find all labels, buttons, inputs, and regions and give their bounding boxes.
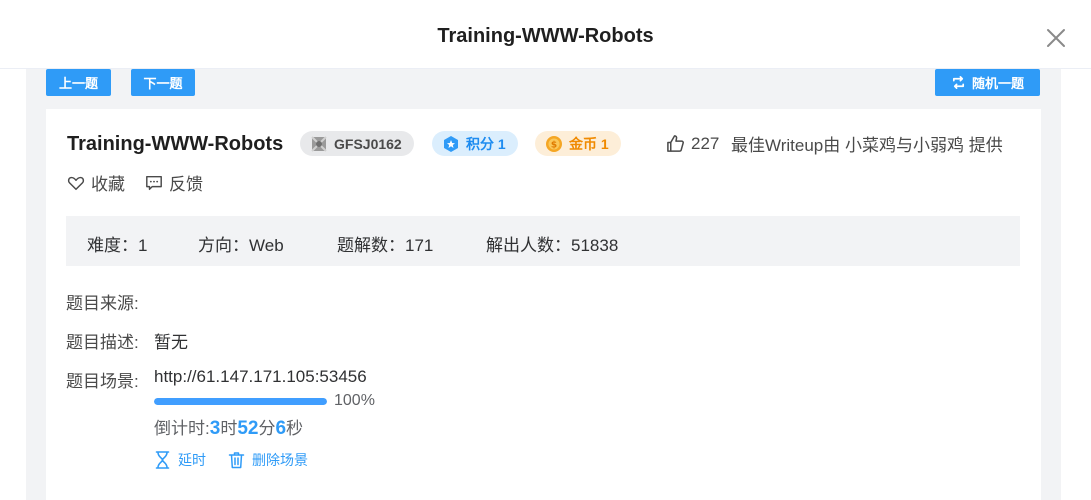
scene-label: 题目场景: <box>66 372 139 391</box>
solutions-stat: 题解数：171 <box>337 236 434 255</box>
difficulty-stat: 难度：1 <box>87 236 148 255</box>
scene-url[interactable]: http://61.147.171.105:53456 <box>154 367 367 387</box>
hourglass-icon <box>155 451 170 469</box>
description-label: 题目描述: <box>66 333 139 352</box>
challenge-stats: 难度：1 方向：Web 题解数：171 解出人数：51838 <box>66 216 1020 266</box>
challenge-title: Training-WWW-Robots <box>67 133 284 155</box>
countdown-seconds-unit: 秒 <box>286 419 304 438</box>
close-icon <box>1047 29 1065 47</box>
challenge-panel: 上一题 下一题 随机一题 Training-WWW-Robots GFSJ016… <box>26 69 1061 500</box>
heart-icon <box>67 176 85 190</box>
dialog-header: Training-WWW-Robots <box>0 0 1091 69</box>
feedback-label: 反馈 <box>169 175 203 194</box>
countdown-hours: 3 <box>209 418 221 439</box>
like-count: 227 <box>691 133 720 153</box>
countdown-prefix: 倒计时: <box>154 419 210 438</box>
scene-actions: 延时 删除场景 <box>154 450 308 470</box>
challenge-id-icon <box>311 135 327 152</box>
direction-stat: 方向：Web <box>198 236 284 255</box>
random-question-button[interactable]: 随机一题 <box>935 69 1040 96</box>
delete-scene-button[interactable]: 删除场景 <box>228 450 308 470</box>
next-question-button[interactable]: 下一题 <box>131 69 195 96</box>
coin-tag: $ 金币 1 <box>535 131 621 156</box>
countdown-minutes: 52 <box>237 418 259 439</box>
challenge-actions: 收藏 反馈 <box>67 170 203 195</box>
like-button[interactable]: 227 <box>666 131 719 156</box>
delete-scene-label: 删除场景 <box>252 452 308 468</box>
source-label: 题目来源: <box>66 294 139 313</box>
extend-time-button[interactable]: 延时 <box>154 450 206 470</box>
challenge-id-tag: GFSJ0162 <box>300 131 414 156</box>
countdown-timer: 倒计时: 3 时 52 分 6 秒 <box>154 414 303 440</box>
description-value: 暂无 <box>154 333 188 352</box>
scene-progress-bar <box>154 398 327 405</box>
favorite-button[interactable]: 收藏 <box>67 170 125 195</box>
score-tag: 积分 1 <box>432 131 518 156</box>
countdown-minutes-unit: 分 <box>258 419 276 438</box>
svg-text:$: $ <box>551 140 557 150</box>
feedback-icon <box>146 175 162 190</box>
score-icon <box>444 135 458 152</box>
solvers-stat: 解出人数：51838 <box>486 236 619 255</box>
extend-time-label: 延时 <box>178 452 206 468</box>
random-question-label: 随机一题 <box>971 76 1024 91</box>
challenge-card: Training-WWW-Robots GFSJ0162 积分 1 $ 金币 1… <box>46 109 1041 500</box>
scene-progress-fill <box>154 398 327 405</box>
dialog-title: Training-WWW-Robots <box>437 25 654 47</box>
best-writeup-link[interactable]: 最佳Writeup由 小菜鸡与小弱鸡 提供 <box>731 131 1003 156</box>
prev-question-button[interactable]: 上一题 <box>46 69 111 96</box>
favorite-label: 收藏 <box>91 175 125 194</box>
feedback-button[interactable]: 反馈 <box>145 170 203 195</box>
thumbs-up-icon <box>667 135 684 152</box>
challenge-id-text: GFSJ0162 <box>334 135 402 152</box>
close-button[interactable] <box>1044 26 1068 50</box>
dialog-body: 上一题 下一题 随机一题 Training-WWW-Robots GFSJ016… <box>0 69 1091 500</box>
score-text: 积分 1 <box>466 135 506 152</box>
coin-icon: $ <box>546 135 562 152</box>
countdown-seconds: 6 <box>275 418 287 439</box>
coin-text: 金币 1 <box>569 135 609 152</box>
scene-progress-text: 100% <box>334 392 375 409</box>
trash-icon <box>228 452 245 469</box>
shuffle-icon <box>952 76 965 89</box>
countdown-hours-unit: 时 <box>220 419 238 438</box>
